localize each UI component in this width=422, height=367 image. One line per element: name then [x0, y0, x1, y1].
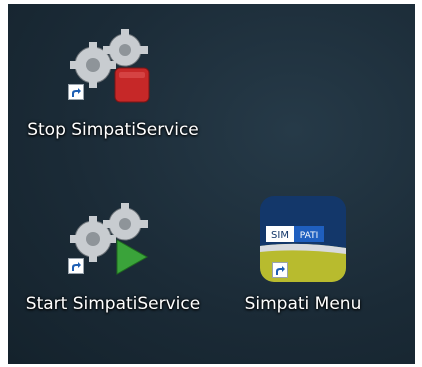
start-simpatiservice-label: Start SimpatiService — [25, 294, 201, 314]
simpati-logo-right: PATI — [300, 231, 318, 241]
start-simpatiservice-shortcut[interactable]: Start SimpatiService — [8, 194, 218, 344]
desktop: Stop SimpatiService Start SimpatiService… — [8, 4, 415, 364]
stop-simpatiservice-shortcut[interactable]: Stop SimpatiService — [8, 20, 218, 170]
shortcut-arrow-icon — [272, 262, 288, 278]
simpati-menu-label: Simpati Menu — [244, 294, 362, 314]
shortcut-arrow-icon — [68, 84, 84, 100]
simpati-menu-shortcut[interactable]: SIM PATI Simpati Menu — [218, 194, 388, 344]
simpati-logo-left: SIM — [271, 230, 289, 241]
shortcut-arrow-icon — [68, 258, 84, 274]
stop-simpatiservice-label: Stop SimpatiService — [27, 120, 199, 140]
